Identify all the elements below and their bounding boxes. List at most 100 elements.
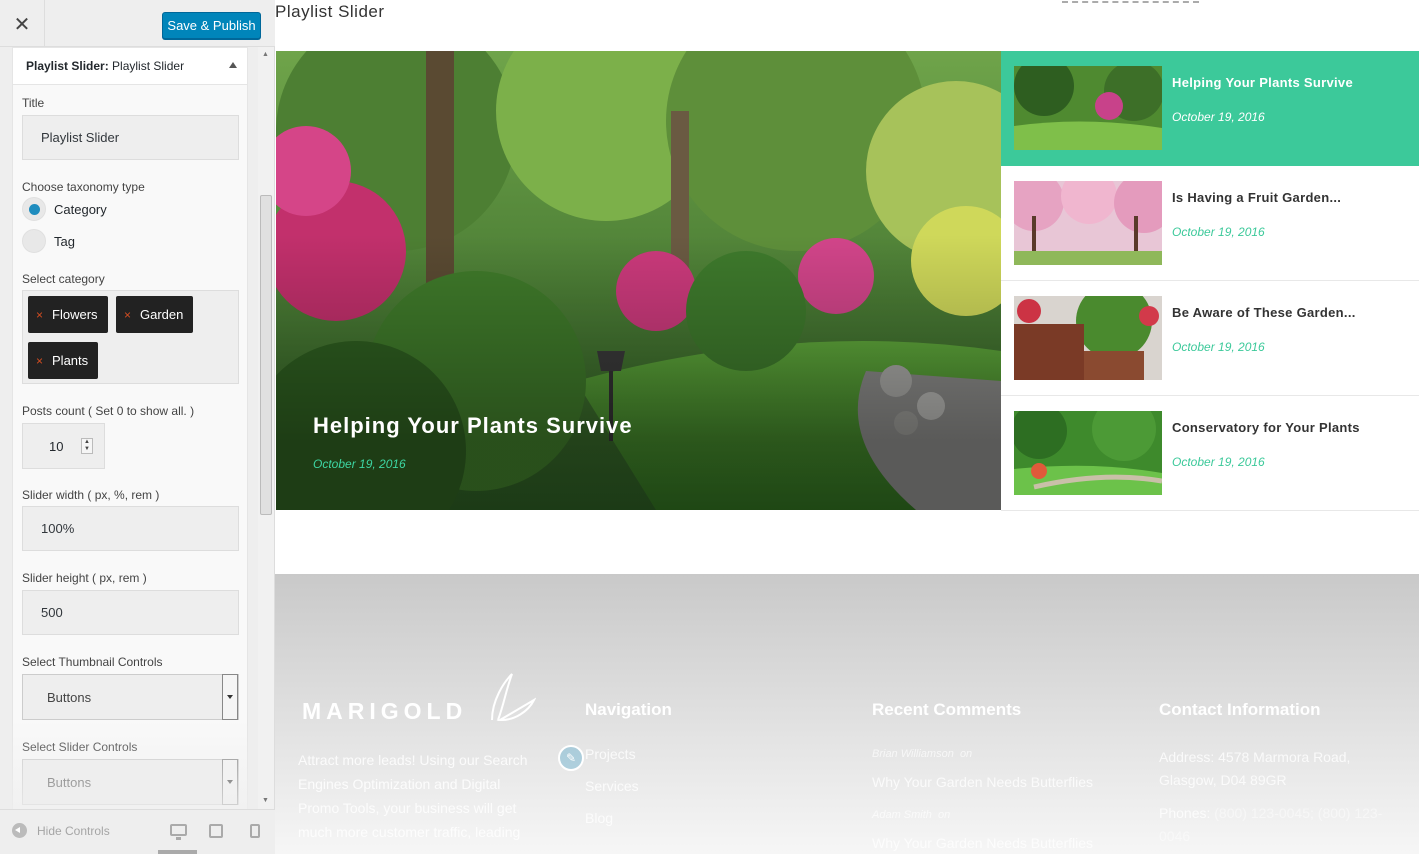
comment-author: Brian Williamson xyxy=(872,748,954,760)
radio-category[interactable]: Category xyxy=(22,197,107,221)
playlist-item[interactable]: Helping Your Plants Survive October 19, … xyxy=(1001,51,1419,166)
slider-controls-value: Buttons xyxy=(47,774,92,790)
tablet-icon[interactable] xyxy=(209,824,223,838)
featured-title[interactable]: Helping Your Plants Survive xyxy=(313,413,633,439)
thumbnail-image xyxy=(1014,66,1162,150)
title-label: Title xyxy=(22,96,45,110)
title-input[interactable]: Playlist Slider xyxy=(22,115,239,160)
category-chip-garden[interactable]: × Garden xyxy=(116,296,194,333)
chevron-down-icon[interactable] xyxy=(222,674,238,720)
radio-tag-label: Tag xyxy=(54,233,75,249)
comment-author: Adam Smith xyxy=(872,809,932,821)
navigation-heading: Navigation xyxy=(585,700,672,719)
collapse-icon xyxy=(12,823,27,838)
recent-comments-heading: Recent Comments xyxy=(872,700,1022,719)
chip-label: Flowers xyxy=(52,307,98,322)
playlist-item-title: Helping Your Plants Survive xyxy=(1172,75,1353,90)
featured-slide[interactable]: Helping Your Plants Survive October 19, … xyxy=(276,51,1001,510)
slider-controls-label: Select Slider Controls xyxy=(22,740,138,754)
comment-on: on xyxy=(959,748,973,760)
radio-tag[interactable]: Tag xyxy=(22,229,75,253)
spinner-icon[interactable]: ▲ ▼ xyxy=(81,438,93,454)
footer-link-blog[interactable]: Blog xyxy=(585,810,613,826)
scroll-down-icon[interactable]: ▼ xyxy=(262,797,269,804)
slider-controls-select[interactable]: Buttons xyxy=(22,759,239,805)
contact-heading: Contact Information xyxy=(1159,700,1321,719)
comment-on: on xyxy=(938,809,951,821)
playlist-item[interactable]: Be Aware of These Garden... October 19, … xyxy=(1001,281,1419,396)
customizer-panel: Playlist Slider: Playlist Slider Title P… xyxy=(0,47,275,809)
contact-phones: Phones: (800) 123-0045; (800) 123-0046 xyxy=(1159,802,1399,848)
site-footer: MARIGOLD Attract more leads! Using our S… xyxy=(275,574,1419,854)
customizer-sidebar: ✕ Save & Publish Playlist Slider: Playli… xyxy=(0,0,275,854)
comment-post-link[interactable]: Why Your Garden Needs Butterflies xyxy=(872,774,1093,790)
category-chip-plants[interactable]: × Plants xyxy=(28,342,99,379)
site-preview: Playlist Slider Helping Your Plants Surv… xyxy=(275,0,1419,854)
save-publish-button[interactable]: Save & Publish xyxy=(162,12,261,39)
site-logo[interactable]: MARIGOLD xyxy=(302,670,542,730)
thumb-controls-select[interactable]: Buttons xyxy=(22,674,239,720)
remove-icon[interactable]: × xyxy=(124,308,131,322)
widget-name: Playlist Slider xyxy=(112,59,185,73)
posts-count-value: 10 xyxy=(49,438,64,454)
collapse-arrow-icon[interactable] xyxy=(229,62,237,68)
customizer-header: ✕ Save & Publish xyxy=(0,0,275,47)
customizer-footer: Hide Controls xyxy=(0,809,275,854)
posts-count-label: Posts count ( Set 0 to show all. ) xyxy=(22,404,195,418)
scrollbar-thumb[interactable] xyxy=(260,195,272,515)
radio-unchecked-icon[interactable] xyxy=(22,229,46,253)
playlist: Helping Your Plants Survive October 19, … xyxy=(1001,51,1419,511)
thumb-controls-label: Select Thumbnail Controls xyxy=(22,655,163,669)
thumb-controls-value: Buttons xyxy=(47,689,92,705)
widget-panel: Playlist Slider: Playlist Slider Title P… xyxy=(12,47,248,809)
thumbnail-image xyxy=(1014,181,1162,265)
posts-count-input[interactable]: 10 ▲ ▼ xyxy=(22,423,105,469)
scroll-up-icon[interactable]: ▲ xyxy=(262,51,269,58)
footer-link-projects[interactable]: Projects xyxy=(585,746,636,762)
playlist-item-title: Be Aware of These Garden... xyxy=(1172,305,1356,320)
playlist-item-date: October 19, 2016 xyxy=(1172,340,1265,354)
widget-form: Title Playlist Slider Choose taxonomy ty… xyxy=(12,85,248,809)
mobile-icon[interactable] xyxy=(250,824,260,838)
category-label: Select category xyxy=(22,272,105,286)
slide-overlay xyxy=(276,51,1001,510)
category-chip-flowers[interactable]: × Flowers xyxy=(28,296,108,333)
logo-text: MARIGOLD xyxy=(302,698,468,724)
radio-checked-icon[interactable] xyxy=(22,197,46,221)
widget-title-bar[interactable]: Playlist Slider: Playlist Slider xyxy=(12,47,248,85)
comment-post-link[interactable]: Why Your Garden Needs Butterflies xyxy=(872,835,1093,851)
playlist-item-title: Is Having a Fruit Garden... xyxy=(1172,190,1342,205)
slider-width-label: Slider width ( px, %, rem ) xyxy=(22,488,160,502)
page-title: Playlist Slider xyxy=(275,2,385,21)
playlist-item[interactable]: Is Having a Fruit Garden... October 19, … xyxy=(1001,166,1419,281)
footer-about-text: Attract more leads! Using our Search Eng… xyxy=(298,752,528,840)
chevron-down-icon[interactable] xyxy=(222,759,238,805)
radio-category-label: Category xyxy=(54,201,107,217)
chip-label: Plants xyxy=(52,353,89,368)
thumbnail-image xyxy=(1014,411,1162,495)
desktop-icon[interactable] xyxy=(170,824,187,840)
menu-underline xyxy=(1062,0,1199,3)
edit-pencil-icon[interactable]: ✎ xyxy=(558,745,584,771)
sidebar-scrollbar[interactable]: ▲ ▼ xyxy=(258,47,274,809)
playlist-item[interactable]: Conservatory for Your Plants October 19,… xyxy=(1001,396,1419,511)
slider-height-input[interactable]: 500 xyxy=(22,590,239,635)
hide-controls-button[interactable]: Hide Controls xyxy=(12,823,110,838)
remove-icon[interactable]: × xyxy=(36,354,43,368)
slider-width-input[interactable]: 100% xyxy=(22,506,239,551)
category-multiselect[interactable]: × Flowers × Garden × Plants xyxy=(22,290,239,384)
thumbnail-image xyxy=(1014,296,1162,380)
phones-label: Phones: xyxy=(1159,805,1211,821)
playlist-item-date: October 19, 2016 xyxy=(1172,455,1265,469)
hide-controls-label: Hide Controls xyxy=(37,823,110,838)
featured-date: October 19, 2016 xyxy=(313,457,406,471)
active-device-indicator xyxy=(158,850,197,854)
comment-meta: Adam Smith on xyxy=(872,809,950,821)
footer-link-services[interactable]: Services xyxy=(585,778,639,794)
comment-meta: Brian Williamson on xyxy=(872,748,972,760)
close-icon[interactable]: ✕ xyxy=(0,0,45,47)
remove-icon[interactable]: × xyxy=(36,308,43,322)
widget-type-label: Playlist Slider: xyxy=(26,59,109,73)
taxonomy-label: Choose taxonomy type xyxy=(22,180,145,194)
leaf-icon xyxy=(491,673,536,721)
